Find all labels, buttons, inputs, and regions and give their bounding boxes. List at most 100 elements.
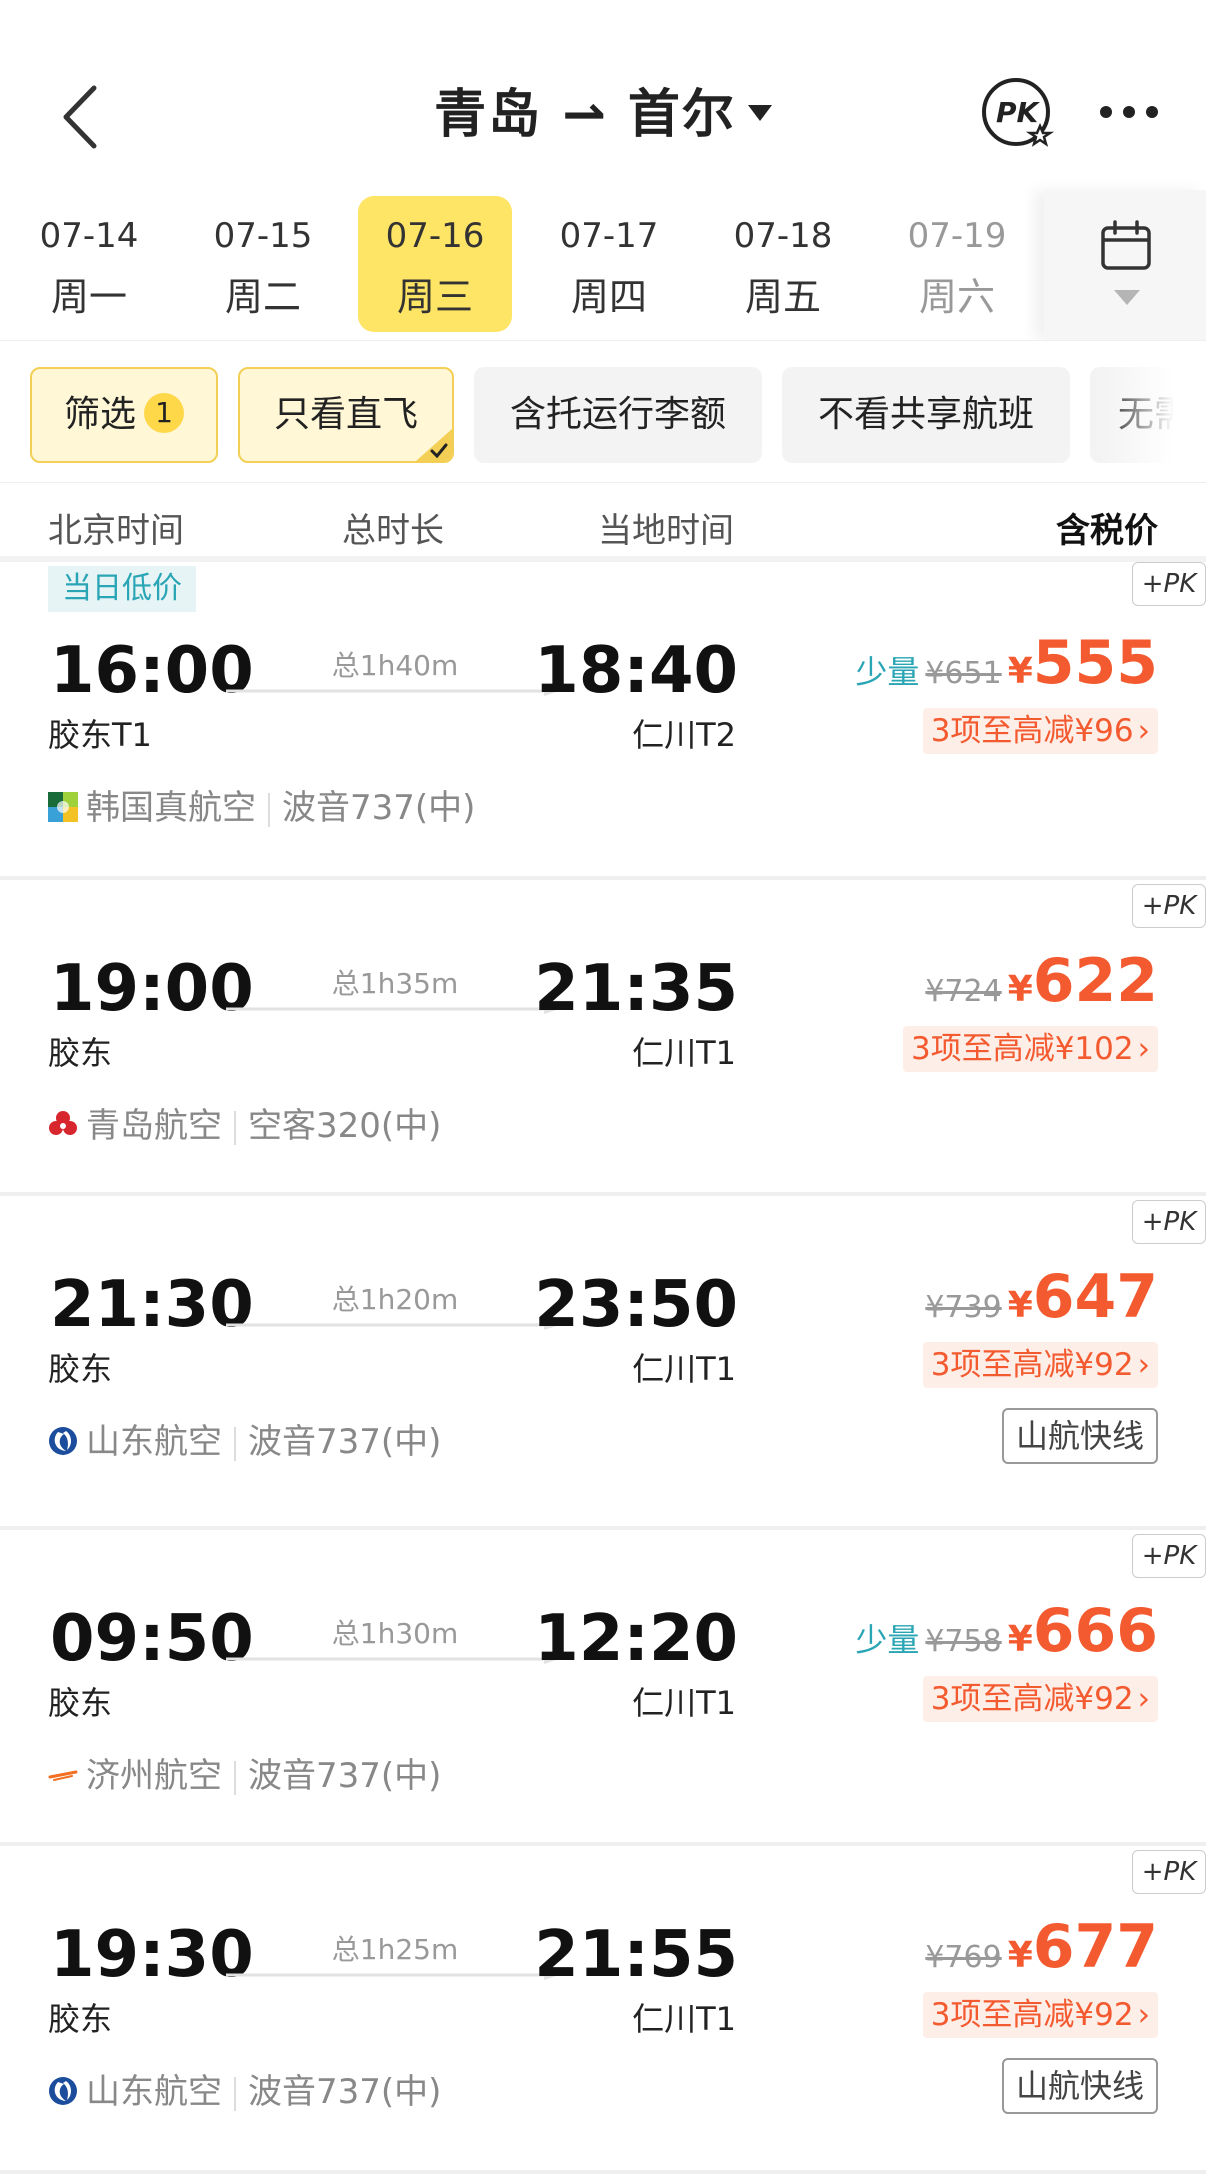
arrival-time: 18:40 — [534, 634, 738, 708]
add-to-pk-button[interactable]: +PK — [1132, 884, 1206, 928]
flight-card[interactable]: +PK 19:00 总1h35m 21:35 胶东 仁川T1 青岛航空 空客320(中) ¥72… — [0, 880, 1206, 1196]
calendar-icon — [1101, 220, 1151, 270]
checked-baggage-chip[interactable]: 含托运行李额 — [474, 367, 762, 463]
discount-text: 3项至高减¥96 — [930, 713, 1134, 749]
price-block: 少量 ¥651 ¥555 — [855, 628, 1158, 698]
aircraft-type: 空客320(中) — [248, 1106, 442, 1146]
discount-badge[interactable]: 3项至高减¥92 › — [922, 1992, 1158, 2038]
chevron-right-icon: › — [1137, 1347, 1150, 1383]
departure-time: 16:00 — [50, 634, 254, 708]
airline-separator — [234, 1426, 236, 1461]
more-options-icon[interactable] — [1098, 100, 1160, 124]
discount-text: 3项至高减¥92 — [930, 1681, 1134, 1717]
sort-duration[interactable]: 总时长 — [342, 503, 444, 552]
airline-info: 济州航空 波音737(中) — [48, 1748, 441, 1797]
pk-compare-icon[interactable]: PK — [980, 76, 1056, 152]
currency-symbol: ¥ — [1007, 969, 1033, 1010]
discount-text: 3项至高减¥92 — [930, 1997, 1134, 2033]
arrival-time: 23:50 — [534, 1268, 738, 1342]
flight-card[interactable]: +PK 09:50 总1h30m 12:20 胶东 仁川T1 济州航空 波音737(中) 少量 ¥… — [0, 1530, 1206, 1846]
airline-name: 韩国真航空 — [86, 788, 256, 828]
discount-badge[interactable]: 3项至高减¥92 › — [922, 1342, 1158, 1388]
calendar-dropdown-icon — [1114, 290, 1140, 305]
current-price: 677 — [1032, 1912, 1158, 1982]
date-tab[interactable]: 07-17 周四 — [532, 196, 686, 332]
sort-beijing-time[interactable]: 北京时间 — [48, 503, 184, 552]
arrival-airport: 仁川T1 — [632, 1034, 736, 1072]
airline-name: 济州航空 — [86, 1756, 222, 1796]
arrival-time: 12:20 — [534, 1602, 738, 1676]
departure-airport: 胶东T1 — [48, 716, 152, 754]
sort-price[interactable]: 含税价 — [1056, 503, 1158, 552]
date-tab-weekday: 周六 — [918, 275, 995, 319]
currency-symbol: ¥ — [1007, 651, 1033, 692]
chevron-right-icon: › — [1137, 1997, 1150, 2033]
checkmark-icon — [416, 429, 452, 461]
flight-path-line — [226, 1004, 560, 1014]
shandong-airlines-logo-icon — [49, 2076, 77, 2105]
discount-text: 3项至高减¥102 — [910, 1031, 1134, 1067]
flight-card[interactable]: +PK 19:30 总1h25m 21:55 胶东 仁川T1 山东航空 波音737(中) ¥76… — [0, 1846, 1206, 2174]
departure-time: 19:00 — [50, 952, 254, 1026]
lowest-price-tag: 当日低价 — [48, 566, 196, 612]
original-price: ¥651 — [925, 656, 1002, 691]
shandong-airlines-logo-icon — [49, 1426, 77, 1455]
filter-label: 筛选 — [63, 394, 136, 435]
add-to-pk-button[interactable]: +PK — [1132, 1200, 1206, 1244]
current-price: 555 — [1032, 628, 1158, 698]
flight-card[interactable]: 当日低价 +PK 16:00 总1h40m 18:40 胶东T1 仁川T2 韩国真航空 波音73… — [0, 562, 1206, 880]
departure-airport: 胶东 — [48, 1034, 113, 1072]
jeju-air-logo-icon — [48, 1770, 78, 1781]
date-tab[interactable]: 07-19 周六 — [880, 196, 1034, 332]
airline-separator — [234, 1760, 236, 1795]
express-route-tag: 山航快线 — [1001, 2058, 1158, 2114]
add-to-pk-button[interactable]: +PK — [1132, 1850, 1206, 1894]
flight-duration: 总1h20m — [331, 1283, 459, 1316]
no-codeshare-label: 不看共享航班 — [817, 394, 1034, 435]
departure-airport: 胶东 — [48, 2000, 113, 2038]
date-tab[interactable]: 07-15 周二 — [186, 196, 340, 332]
arrival-airport: 仁川T2 — [632, 716, 736, 754]
price-block: ¥769 ¥677 — [925, 1912, 1158, 1982]
current-price: 666 — [1032, 1596, 1158, 1666]
qingdao-airlines-logo-icon — [49, 1110, 77, 1135]
no-codeshare-chip[interactable]: 不看共享航班 — [782, 367, 1070, 463]
date-tab-date: 07-17 — [559, 216, 659, 256]
aircraft-type: 波音737(中) — [248, 2072, 442, 2112]
filter-scroll-fade — [1100, 367, 1206, 463]
flight-card[interactable]: +PK 21:30 总1h20m 23:50 胶东 仁川T1 山东航空 波音737(中) ¥73… — [0, 1196, 1206, 1530]
date-tab-date: 07-18 — [733, 216, 833, 256]
date-tab[interactable]: 07-18 周五 — [706, 196, 860, 332]
airline-separator — [234, 2076, 236, 2111]
filter-button[interactable]: 筛选 1 — [30, 367, 218, 463]
add-to-pk-button[interactable]: +PK — [1132, 1534, 1206, 1578]
calendar-button[interactable] — [1044, 190, 1206, 340]
date-tab-weekday: 周一 — [50, 275, 127, 319]
direct-only-label: 只看直飞 — [273, 394, 418, 435]
arrival-airport: 仁川T1 — [632, 2000, 736, 2038]
original-price: ¥739 — [925, 1290, 1002, 1325]
route-dropdown-icon — [747, 105, 772, 121]
express-route-tag: 山航快线 — [1001, 1408, 1158, 1464]
date-tab-weekday: 周五 — [744, 275, 821, 319]
discount-badge[interactable]: 3项至高减¥92 › — [922, 1676, 1158, 1722]
add-to-pk-button[interactable]: +PK — [1132, 562, 1206, 606]
price-block: ¥739 ¥647 — [925, 1262, 1158, 1332]
departure-time: 19:30 — [50, 1918, 254, 1992]
jin-air-logo-icon — [48, 791, 78, 822]
route-title-text: 青岛 ⇀ 首尔 — [434, 85, 736, 145]
arrival-airport: 仁川T1 — [632, 1684, 736, 1722]
date-tab[interactable]: 07-16 周三 — [358, 196, 512, 332]
airline-info: 青岛航空 空客320(中) — [48, 1098, 441, 1147]
date-tab[interactable]: 07-14 周一 — [12, 196, 166, 332]
discount-badge[interactable]: 3项至高减¥96 › — [922, 708, 1158, 754]
date-selector: 07-14 周一 07-15 周二 07-16 周三 07-17 周四 07-18 周五 07-19… — [0, 190, 1206, 340]
chevron-right-icon: › — [1137, 1681, 1150, 1717]
airline-name: 青岛航空 — [86, 1106, 222, 1146]
sort-local-time[interactable]: 当地时间 — [598, 503, 734, 552]
direct-only-chip[interactable]: 只看直飞 — [238, 367, 454, 463]
filter-bar: 筛选1 只看直飞 含托运行李额 不看共享航班 无需 — [0, 340, 1206, 480]
original-price: ¥758 — [925, 1624, 1002, 1659]
discount-badge[interactable]: 3项至高减¥102 › — [902, 1026, 1158, 1072]
flight-duration: 总1h35m — [331, 967, 459, 1000]
